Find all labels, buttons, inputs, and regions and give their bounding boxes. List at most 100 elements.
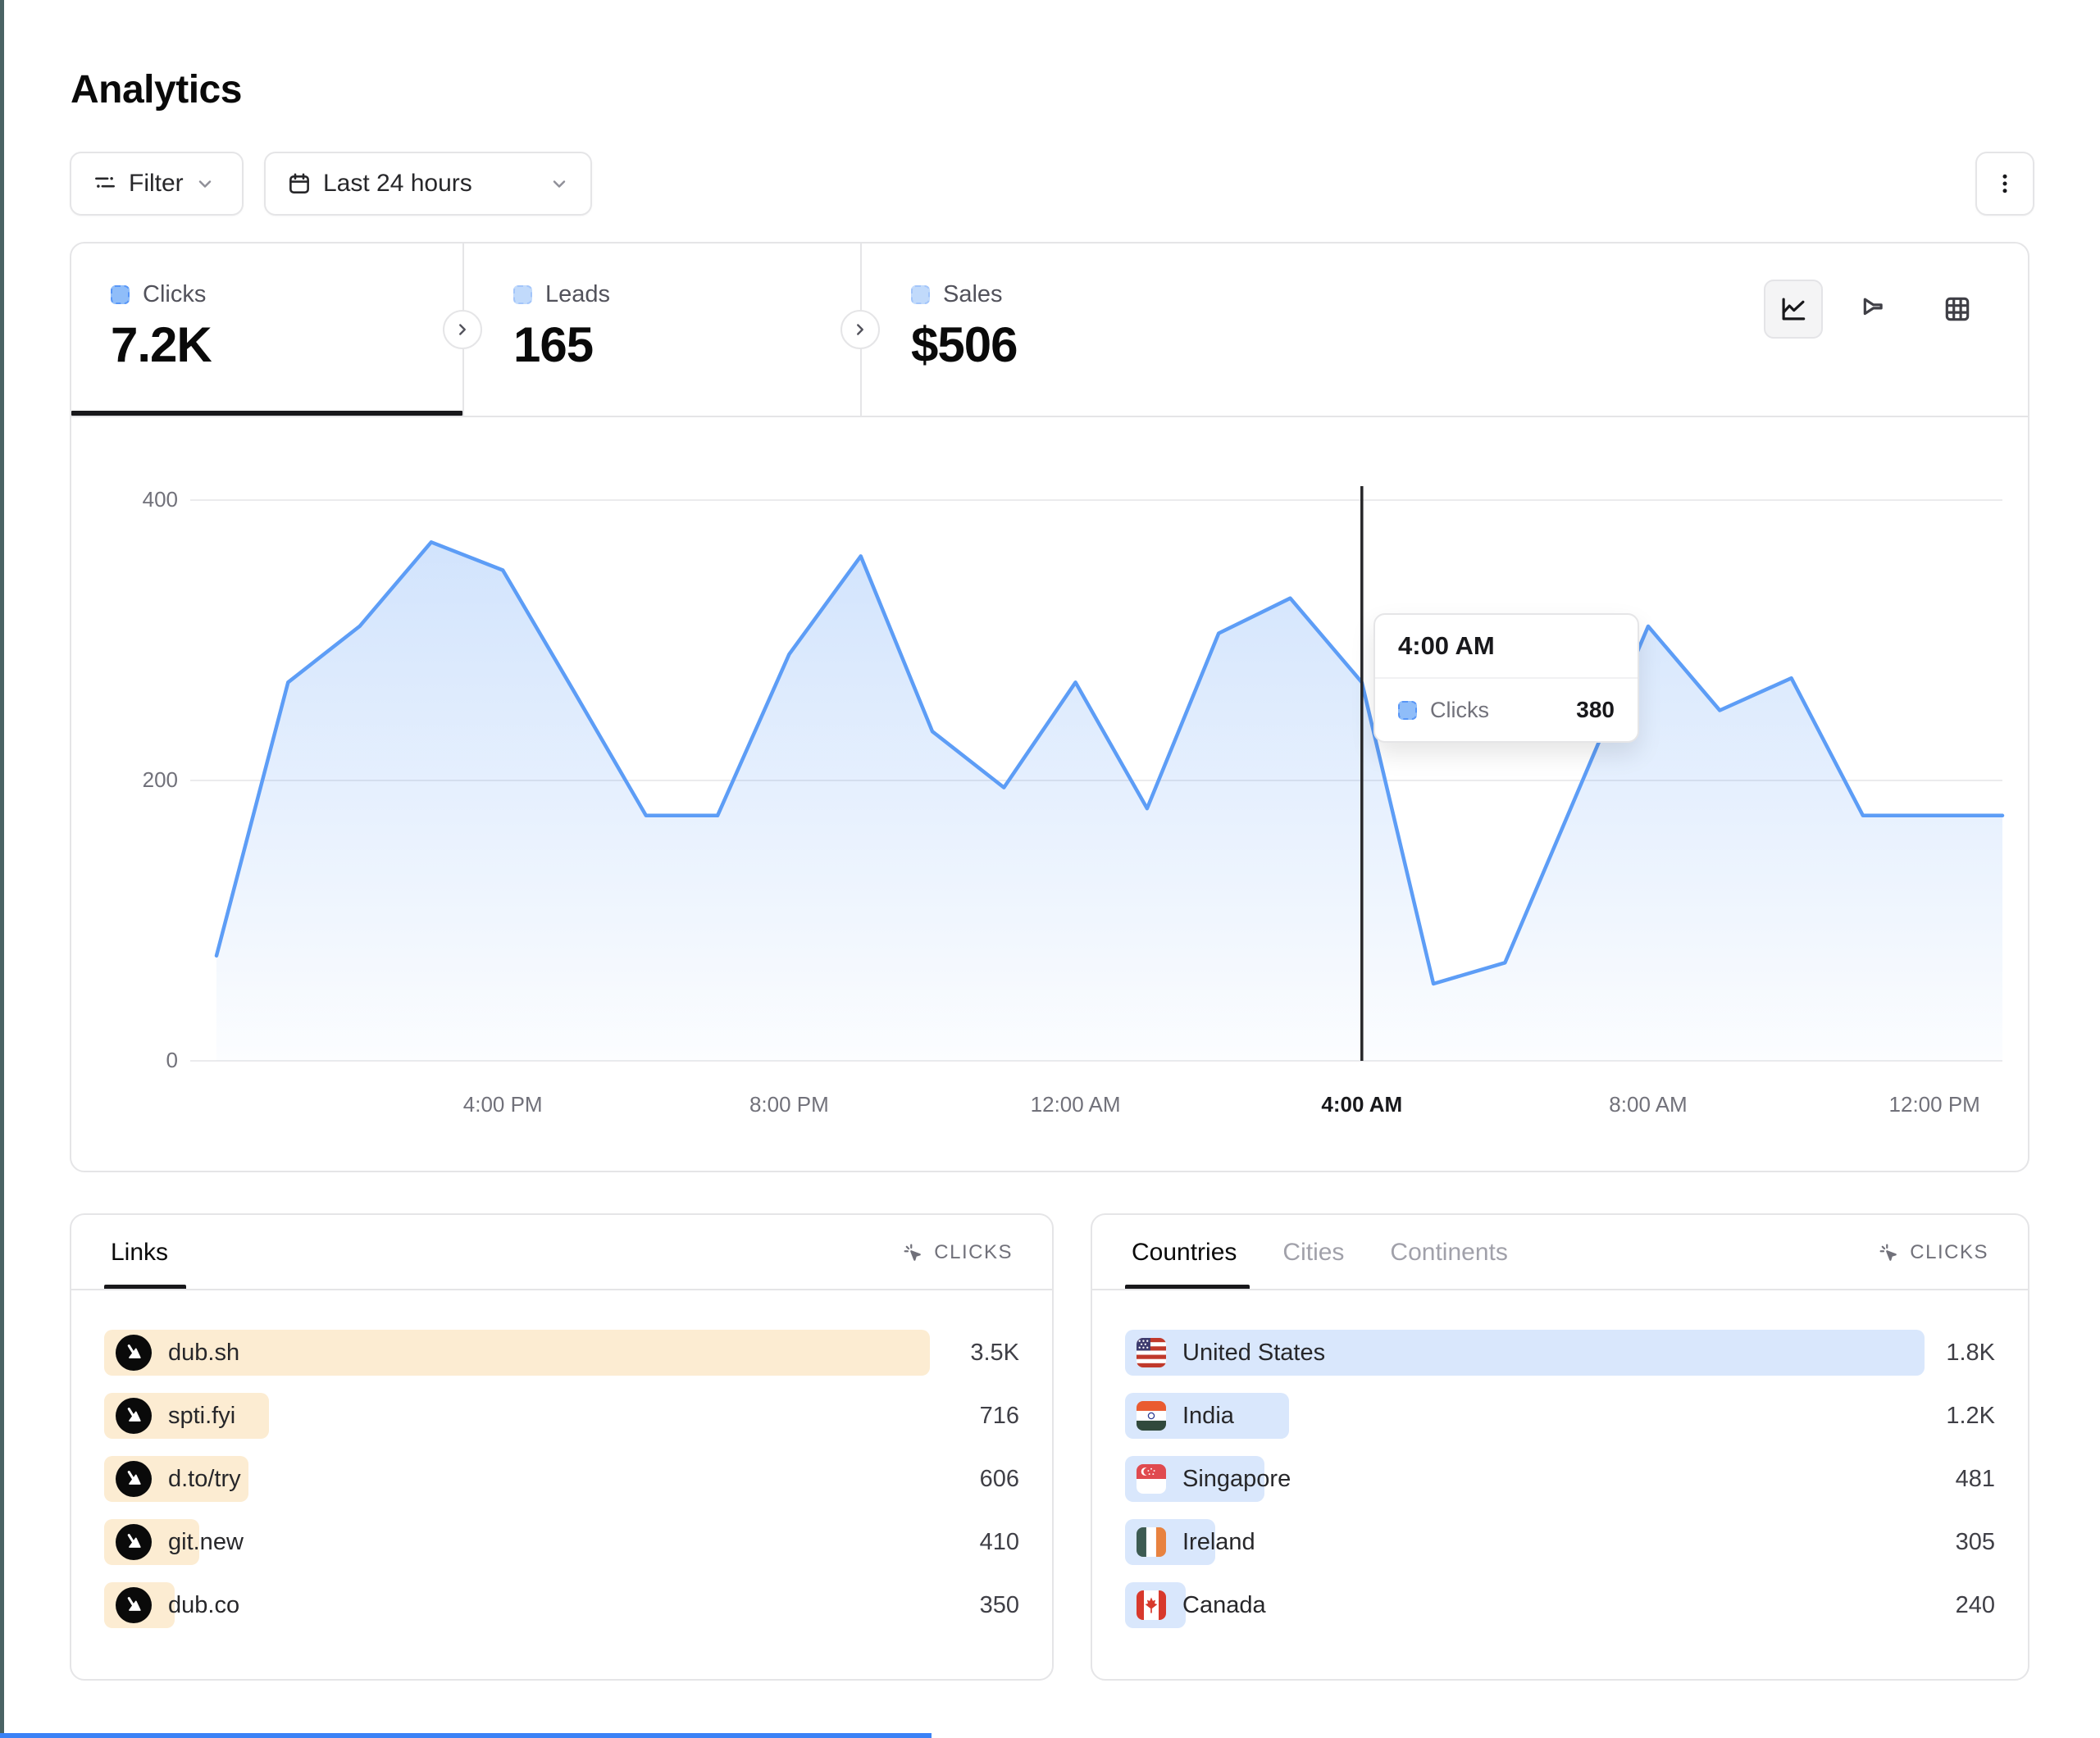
line-chart-icon — [1778, 293, 1809, 325]
click-count: 410 — [980, 1519, 1019, 1565]
country-name: Singapore — [1182, 1466, 1291, 1493]
filter-label: Filter — [129, 170, 184, 198]
x-axis-tick: 8:00 AM — [1583, 1092, 1714, 1117]
link-row[interactable]: dub.co 350 — [104, 1582, 1019, 1628]
tooltip-value: 380 — [1576, 697, 1615, 723]
link-row[interactable]: dub.sh 3.5K — [104, 1330, 1019, 1376]
link-domain: spti.fyi — [168, 1403, 235, 1430]
more-options-button[interactable] — [1975, 152, 2034, 216]
chevron-right-icon — [851, 321, 869, 339]
next-metric-button[interactable] — [840, 310, 880, 349]
analytics-chart-card: Clicks 7.2K Leads 165 Sales $506 — [70, 242, 2029, 1172]
link-domain: dub.co — [168, 1592, 239, 1619]
metric-label: Sales — [943, 281, 1003, 308]
tooltip-series-label: Clicks — [1430, 698, 1489, 723]
link-row[interactable]: d.to/try 606 — [104, 1456, 1019, 1502]
cursor-click-icon — [901, 1241, 924, 1264]
x-axis-tick: 4:00 PM — [437, 1092, 568, 1117]
link-row[interactable]: spti.fyi 716 — [104, 1393, 1019, 1439]
countries-list: United States 1.8K India 1.2K — [1125, 1330, 1995, 1645]
bottom-accent-line — [0, 1733, 932, 1738]
cursor-click-icon — [1877, 1241, 1900, 1264]
click-count: 350 — [980, 1582, 1019, 1628]
click-count: 3.5K — [970, 1330, 1019, 1376]
x-axis-tick: 4:00 AM — [1296, 1092, 1428, 1117]
kebab-menu-icon — [1993, 171, 2017, 196]
dub-logo-avatar — [116, 1524, 152, 1560]
x-axis-tick: 8:00 PM — [723, 1092, 854, 1117]
click-count: 481 — [1956, 1456, 1995, 1502]
analytics-page: Analytics Filter Last 24 hours — [0, 0, 2100, 1738]
geo-card: Countries Cities Continents CLICKS — [1091, 1213, 2029, 1681]
link-domain: git.new — [168, 1529, 244, 1556]
tab-clicks[interactable]: Clicks 7.2K — [111, 243, 212, 416]
geo-metric-header[interactable]: CLICKS — [1877, 1241, 1988, 1264]
metric-header-label: CLICKS — [934, 1241, 1013, 1264]
date-range-button[interactable]: Last 24 hours — [264, 152, 592, 216]
tab-continents[interactable]: Continents — [1390, 1239, 1507, 1267]
y-axis-tick: 400 — [88, 487, 178, 512]
country-row[interactable]: Ireland 305 — [1125, 1519, 1995, 1565]
dub-logo-avatar — [116, 1461, 152, 1497]
country-name: Ireland — [1182, 1529, 1255, 1556]
area-fill — [216, 542, 2002, 1061]
dub-logo-avatar — [116, 1398, 152, 1434]
click-count: 305 — [1956, 1519, 1995, 1565]
metric-tabs-row: Clicks 7.2K Leads 165 Sales $506 — [71, 243, 2028, 417]
chevron-right-icon — [453, 321, 471, 339]
filter-button[interactable]: Filter — [70, 152, 244, 216]
x-axis-tick: 12:00 AM — [1010, 1092, 1141, 1117]
country-row[interactable]: India 1.2K — [1125, 1393, 1995, 1439]
chart-tooltip: 4:00 AM Clicks 380 — [1373, 613, 1639, 743]
metric-header-label: CLICKS — [1910, 1241, 1988, 1264]
divider — [1092, 1289, 2028, 1290]
clicks-marker-icon — [111, 285, 130, 304]
divider — [71, 1289, 1052, 1290]
country-name: United States — [1182, 1340, 1325, 1367]
links-metric-header[interactable]: CLICKS — [901, 1241, 1013, 1264]
flag-india-icon — [1137, 1401, 1166, 1431]
leads-marker-icon — [513, 285, 532, 304]
calendar-icon — [287, 171, 312, 196]
flag-singapore-icon — [1137, 1464, 1166, 1494]
country-row[interactable]: United States 1.8K — [1125, 1330, 1995, 1376]
flag-ireland-icon — [1137, 1527, 1166, 1557]
dub-logo-avatar — [116, 1335, 152, 1371]
sales-total: $506 — [911, 316, 1017, 373]
active-tab-indicator — [71, 411, 462, 416]
tooltip-time: 4:00 AM — [1375, 615, 1638, 679]
tab-cities[interactable]: Cities — [1282, 1239, 1344, 1267]
metric-label: Clicks — [143, 281, 206, 308]
clicks-marker-icon — [1398, 701, 1417, 720]
click-count: 1.2K — [1946, 1393, 1995, 1439]
line-chart-view-button[interactable] — [1764, 280, 1823, 339]
date-range-label: Last 24 hours — [323, 170, 472, 198]
country-row[interactable]: Canada 240 — [1125, 1582, 1995, 1628]
country-row[interactable]: Singapore 481 — [1125, 1456, 1995, 1502]
clicks-area-chart[interactable] — [190, 481, 2002, 1069]
chevron-down-icon — [549, 174, 569, 193]
tab-leads[interactable]: Leads 165 — [513, 243, 610, 416]
links-card: Links CLICKS dub.sh 3.5K — [70, 1213, 1054, 1681]
next-metric-button[interactable] — [443, 310, 482, 349]
click-count: 240 — [1956, 1582, 1995, 1628]
dub-logo-avatar — [116, 1587, 152, 1623]
tab-countries[interactable]: Countries — [1132, 1239, 1237, 1267]
x-axis-tick: 12:00 PM — [1869, 1092, 2000, 1117]
flag-us-icon — [1137, 1338, 1166, 1367]
tab-links[interactable]: Links — [111, 1239, 168, 1267]
sales-marker-icon — [911, 285, 930, 304]
tab-sales[interactable]: Sales $506 — [911, 243, 1017, 416]
link-domain: d.to/try — [168, 1466, 241, 1493]
click-count: 606 — [980, 1456, 1019, 1502]
link-row[interactable]: git.new 410 — [104, 1519, 1019, 1565]
filter-icon — [93, 171, 117, 196]
metric-label: Leads — [545, 281, 610, 308]
y-axis-tick: 0 — [88, 1048, 178, 1073]
page-title: Analytics — [71, 67, 242, 112]
chevron-down-icon — [195, 174, 215, 193]
click-count: 1.8K — [1946, 1330, 1995, 1376]
grid-table-icon — [1942, 293, 1973, 325]
table-view-button[interactable] — [1928, 280, 1987, 339]
funnel-view-button[interactable] — [1846, 280, 1905, 339]
